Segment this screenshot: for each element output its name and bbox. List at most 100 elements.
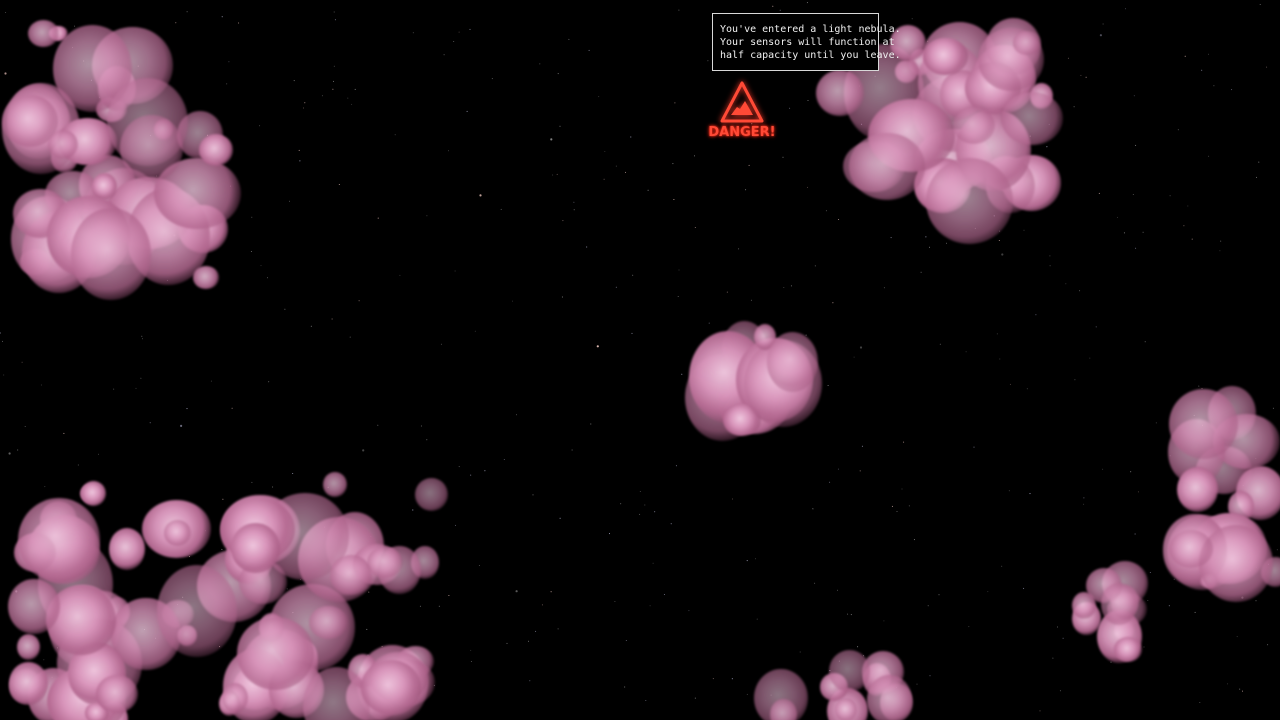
star — [349, 336, 351, 338]
star — [632, 274, 634, 276]
star — [598, 96, 600, 98]
star — [56, 647, 58, 649]
star — [674, 102, 676, 104]
star — [1213, 85, 1215, 87]
star — [259, 125, 261, 127]
star — [772, 5, 774, 7]
star — [1249, 570, 1251, 572]
star — [755, 558, 756, 560]
star — [901, 488, 903, 490]
star — [825, 210, 827, 212]
star — [108, 654, 110, 656]
star — [135, 387, 137, 389]
star — [1149, 572, 1151, 573]
star — [645, 700, 647, 701]
star — [254, 501, 256, 503]
star — [573, 201, 575, 203]
star — [250, 251, 252, 252]
star — [1201, 388, 1203, 390]
star — [321, 95, 323, 97]
star — [478, 565, 480, 566]
star — [837, 589, 838, 591]
star — [338, 184, 340, 185]
star — [137, 65, 139, 67]
star — [678, 269, 680, 271]
star — [358, 300, 360, 302]
star — [124, 198, 127, 201]
star — [324, 526, 325, 528]
star — [677, 296, 679, 297]
star — [491, 78, 493, 80]
star — [550, 138, 553, 141]
star — [946, 242, 947, 244]
star — [874, 75, 876, 77]
star — [911, 18, 913, 20]
star — [1201, 69, 1203, 71]
star — [366, 628, 368, 630]
star — [368, 591, 370, 593]
star — [1266, 66, 1268, 68]
star — [351, 103, 353, 105]
star — [412, 509, 414, 511]
danger-warning[interactable]: DANGER! — [700, 80, 784, 142]
star — [293, 80, 295, 82]
star — [292, 473, 294, 474]
star — [806, 2, 808, 4]
star — [426, 215, 428, 217]
star — [454, 270, 456, 272]
star — [1233, 571, 1235, 573]
star — [17, 449, 19, 451]
star — [83, 60, 85, 62]
star — [149, 422, 151, 424]
star — [333, 80, 334, 82]
star — [370, 536, 372, 538]
star — [204, 530, 206, 532]
star — [275, 645, 277, 647]
star — [673, 199, 675, 200]
star — [458, 466, 460, 468]
star — [996, 333, 998, 335]
star — [21, 361, 23, 363]
star — [1099, 34, 1102, 37]
star — [647, 189, 649, 191]
star — [392, 563, 394, 565]
star — [24, 426, 26, 427]
star — [1134, 533, 1136, 535]
star — [367, 697, 369, 699]
star — [1173, 578, 1175, 580]
star — [783, 287, 785, 288]
star — [399, 274, 401, 276]
star — [532, 494, 534, 496]
star — [381, 646, 383, 647]
star — [72, 47, 74, 49]
star — [1137, 491, 1139, 493]
star — [974, 227, 976, 229]
star — [512, 300, 513, 302]
star — [1130, 471, 1132, 473]
star — [528, 640, 529, 642]
star — [228, 61, 230, 63]
star — [1102, 23, 1104, 25]
star — [588, 49, 590, 51]
star — [615, 165, 617, 167]
star — [210, 380, 212, 382]
star — [694, 155, 695, 157]
star — [506, 642, 508, 644]
star — [1183, 225, 1185, 227]
star — [177, 604, 178, 605]
star — [539, 63, 541, 65]
star — [1255, 566, 1257, 568]
star — [1083, 503, 1085, 505]
star — [166, 279, 168, 281]
star — [929, 171, 931, 173]
star — [268, 381, 270, 383]
star — [90, 79, 92, 81]
space-map[interactable]: You've entered a light nebula. Your sens… — [0, 0, 1280, 720]
star — [891, 505, 893, 507]
star — [1074, 379, 1076, 381]
star — [861, 445, 863, 447]
tooltip-line-3: half capacity until you leave. — [720, 50, 901, 61]
star — [299, 578, 301, 580]
star — [146, 221, 148, 223]
star — [515, 590, 518, 593]
